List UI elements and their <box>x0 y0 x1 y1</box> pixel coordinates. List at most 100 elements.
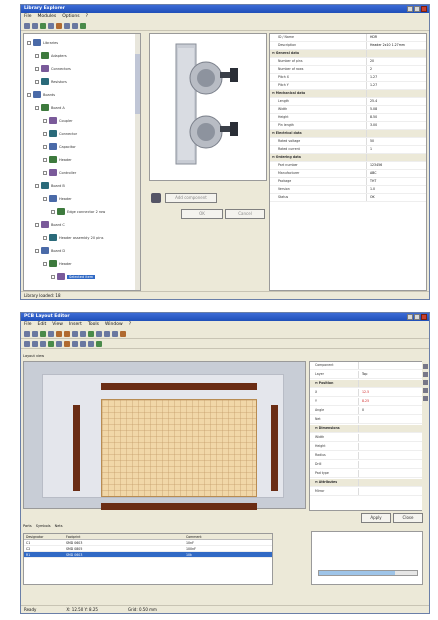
property-row[interactable]: ID / Name HDR <box>270 34 426 42</box>
grid-icon[interactable] <box>88 340 94 347</box>
ok-button[interactable]: OK <box>181 209 223 219</box>
expand-icon[interactable] <box>27 40 31 45</box>
property-row[interactable]: Description Header 2x10 1.27mm <box>270 42 426 50</box>
delete-icon[interactable] <box>72 22 78 29</box>
property-value[interactable] <box>358 470 422 477</box>
property-row[interactable]: Manufacturer ABC <box>270 170 426 178</box>
property-row[interactable]: Version 1.0 <box>270 186 426 194</box>
property-grid-2[interactable]: Component Layer TopPosition X 12.5 Y 8.25 Angle… <box>309 361 423 511</box>
property-grid[interactable]: ID / Name HDR Description Header 2x10 1.27m… <box>269 33 427 291</box>
property-value[interactable]: 1 <box>366 146 426 153</box>
property-value[interactable] <box>366 130 426 137</box>
tree-item[interactable]: Coupler <box>43 116 73 125</box>
pad-row-bottom[interactable] <box>101 503 257 510</box>
property-row[interactable]: Pin length 3.00 <box>270 122 426 130</box>
route-icon[interactable] <box>88 330 94 337</box>
redo-icon[interactable] <box>64 330 70 337</box>
property-row[interactable]: Status OK <box>270 194 426 202</box>
property-row[interactable]: Number of pins 20 <box>270 58 426 66</box>
expand-icon[interactable] <box>51 274 55 279</box>
property-row[interactable]: Length 25.4 <box>270 98 426 106</box>
property-value[interactable]: 1.0 <box>366 186 426 193</box>
tree-item[interactable]: Capacitor <box>43 142 76 151</box>
open-icon[interactable] <box>32 330 38 337</box>
tree-item[interactable]: Header <box>43 259 72 268</box>
property-value[interactable] <box>358 362 422 369</box>
tree-item[interactable]: Header assembly 20 pins <box>43 233 103 242</box>
undo-icon[interactable] <box>56 330 62 337</box>
expand-icon[interactable] <box>43 118 47 123</box>
property-row[interactable]: Package THT <box>270 178 426 186</box>
property-value[interactable] <box>358 461 422 468</box>
property-row[interactable]: Height 8.50 <box>270 114 426 122</box>
property-row[interactable]: Radius <box>310 452 422 460</box>
expand-icon[interactable] <box>43 235 47 240</box>
new-icon[interactable] <box>24 330 30 337</box>
tree-item[interactable]: Connectors <box>35 64 71 73</box>
column-header[interactable]: Designator <box>24 534 64 539</box>
tree-item[interactable]: Controller <box>43 168 76 177</box>
close-button[interactable] <box>421 314 427 320</box>
property-value[interactable] <box>358 443 422 450</box>
property-category[interactable]: Mechanical data <box>270 90 426 98</box>
property-row[interactable]: Y 8.25 <box>310 398 422 406</box>
minimize-button[interactable] <box>407 314 413 320</box>
pad-icon[interactable] <box>80 340 86 347</box>
tree-scrollbar[interactable] <box>135 34 140 290</box>
property-row[interactable]: Number of rows 2 <box>270 66 426 74</box>
maximize-button[interactable] <box>414 6 420 12</box>
menu-item[interactable]: File <box>24 13 32 21</box>
property-value[interactable]: 50 <box>366 138 426 145</box>
save-icon[interactable] <box>40 330 46 337</box>
menu-item[interactable]: Window <box>105 321 123 329</box>
copy-icon[interactable] <box>56 22 62 29</box>
menu-item[interactable]: Options <box>62 13 79 21</box>
add-component-button[interactable]: Add component <box>165 193 217 203</box>
zoom-out-icon[interactable] <box>80 330 86 337</box>
column-header[interactable]: Footprint <box>64 534 184 539</box>
select-icon[interactable] <box>96 330 102 337</box>
property-value[interactable] <box>358 425 422 432</box>
tree-item[interactable]: Selected item <box>51 272 96 281</box>
tool-icon[interactable] <box>423 372 428 377</box>
tree-item[interactable]: Header <box>43 155 72 164</box>
menu-item[interactable]: Insert <box>69 321 82 329</box>
expand-icon[interactable] <box>51 209 55 214</box>
property-row[interactable]: Layer Top <box>310 371 422 379</box>
expand-icon[interactable] <box>27 92 31 97</box>
property-category[interactable]: Attributes <box>310 479 422 487</box>
property-row[interactable]: Width 5.08 <box>270 106 426 114</box>
table-row-selected[interactable]: R1 SMD 0603 10k <box>24 552 272 558</box>
expand-icon[interactable] <box>35 105 39 110</box>
column-header[interactable]: Comment <box>184 534 272 539</box>
property-row[interactable]: Net <box>310 416 422 424</box>
tree-item[interactable]: Edge connector 2 row <box>51 207 105 216</box>
expand-icon[interactable] <box>35 248 39 253</box>
print-icon[interactable] <box>48 330 54 337</box>
property-category[interactable]: Dimensions <box>310 425 422 433</box>
polygon-icon[interactable] <box>56 340 62 347</box>
expand-icon[interactable] <box>43 144 47 149</box>
tree-item[interactable]: Board C <box>35 220 65 229</box>
window2-titlebar[interactable]: PCB Layout Editor <box>21 313 429 321</box>
property-value[interactable]: 8.50 <box>366 114 426 121</box>
parts-table[interactable]: Designator Footprint Comment C1 SMD 0603… <box>23 533 273 585</box>
property-value[interactable] <box>358 380 422 387</box>
new-icon[interactable] <box>24 22 30 29</box>
property-row[interactable]: Pitch Y 1.27 <box>270 82 426 90</box>
tool-icon[interactable] <box>423 380 428 385</box>
property-row[interactable]: Width <box>310 434 422 442</box>
close-dialog-button[interactable]: Close <box>393 513 423 523</box>
tab-nets[interactable]: Nets <box>55 524 63 528</box>
expand-icon[interactable] <box>43 157 47 162</box>
minimize-button[interactable] <box>407 6 413 12</box>
property-value[interactable]: Top <box>358 371 422 378</box>
expand-icon[interactable] <box>35 222 39 227</box>
property-value[interactable] <box>366 154 426 161</box>
property-row[interactable]: Height <box>310 443 422 451</box>
circle-icon[interactable] <box>40 340 46 347</box>
property-value[interactable] <box>358 452 422 459</box>
menu-item[interactable]: View <box>52 321 63 329</box>
property-value[interactable]: 12.5 <box>358 389 422 396</box>
text-icon[interactable] <box>64 340 70 347</box>
